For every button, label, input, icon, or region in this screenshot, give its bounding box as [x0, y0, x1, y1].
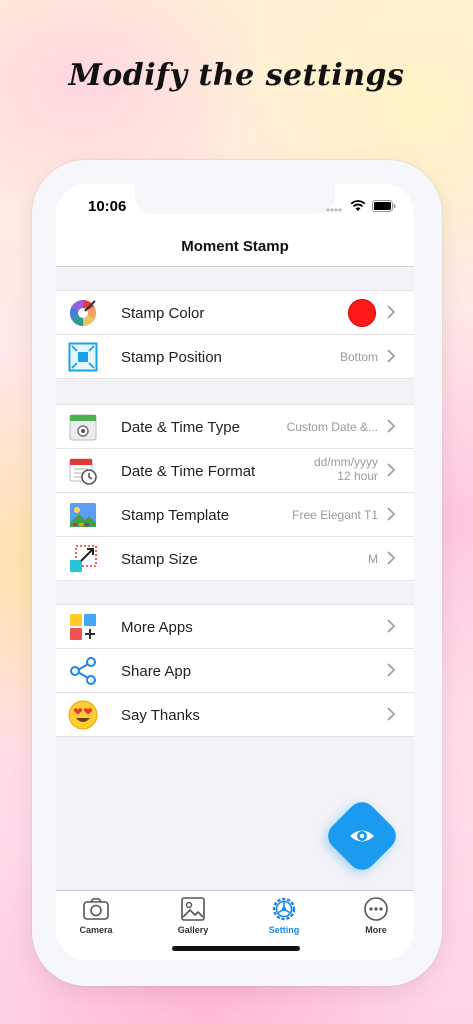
headline: Modify the settings [68, 58, 405, 93]
settings-group-stamp: Stamp Color Stamp Position Bottom [56, 290, 414, 379]
chevron-right-icon [387, 619, 396, 633]
nav-title: Moment Stamp [181, 238, 289, 255]
tab-setting[interactable]: Setting [244, 895, 324, 935]
template-icon [70, 503, 96, 527]
calendar-camera-icon [69, 414, 97, 441]
row-label: More Apps [121, 619, 193, 636]
tab-label: Setting [268, 925, 300, 935]
row-stamp-template[interactable]: Stamp Template Free Elegant T1 [56, 493, 414, 537]
chevron-right-icon [387, 463, 396, 477]
format-hour-value: 12 hour [337, 469, 378, 483]
row-date-time-format[interactable]: Date & Time Format dd/mm/yyyy 12 hour [56, 449, 414, 493]
status-icons [326, 200, 396, 212]
stamp-color-swatch[interactable] [348, 299, 376, 327]
row-label: Date & Time Format [121, 463, 256, 480]
row-value: M [368, 552, 378, 566]
row-value: Free Elegant T1 [292, 508, 378, 522]
gallery-icon [181, 897, 205, 921]
row-label: Stamp Color [121, 305, 205, 322]
wifi-icon [350, 200, 366, 211]
chevron-right-icon [387, 663, 396, 677]
row-label: Stamp Position [121, 349, 222, 366]
app-screen: 10:06 Moment Stamp Stamp Color Stamp Pos… [56, 184, 414, 960]
status-bar: 10:06 [56, 184, 414, 228]
camera-icon [83, 898, 109, 920]
battery-icon [372, 200, 396, 212]
home-indicator [172, 946, 300, 951]
row-stamp-color[interactable]: Stamp Color [56, 291, 414, 335]
chevron-right-icon [387, 349, 396, 363]
row-label: Stamp Template [121, 507, 230, 524]
row-more-apps[interactable]: More Apps [56, 605, 414, 649]
row-label: Share App [121, 663, 192, 680]
tab-gallery[interactable]: Gallery [153, 895, 233, 935]
eye-icon [350, 830, 374, 842]
row-say-thanks[interactable]: Say Thanks [56, 693, 414, 736]
row-label: Stamp Size [121, 551, 198, 568]
resize-icon [70, 545, 97, 572]
settings-group-date: Date & Time Type Custom Date &... Date &… [56, 404, 414, 581]
chevron-right-icon [387, 507, 396, 521]
gear-icon [272, 897, 296, 921]
row-label: Date & Time Type [121, 419, 240, 436]
row-label: Say Thanks [121, 707, 200, 724]
calendar-clock-icon [69, 458, 97, 485]
heart-eyes-emoji-icon [68, 700, 98, 730]
row-share-app[interactable]: Share App [56, 649, 414, 693]
row-value: dd/mm/yyyy 12 hour [314, 455, 378, 483]
tab-label: More [365, 925, 387, 935]
tab-more[interactable]: More [336, 895, 414, 935]
share-icon [70, 657, 96, 685]
tab-label: Camera [79, 925, 113, 935]
chevron-right-icon [387, 419, 396, 433]
more-icon [364, 897, 388, 921]
chevron-right-icon [387, 707, 396, 721]
signal-icon [326, 207, 342, 212]
tab-label: Gallery [177, 925, 209, 935]
row-value: Custom Date &... [286, 420, 378, 434]
settings-group-app: More Apps Share App Say Thanks [56, 604, 414, 737]
more-apps-icon [70, 614, 96, 640]
phone-frame: 10:06 Moment Stamp Stamp Color Stamp Pos… [32, 160, 442, 986]
row-date-time-type[interactable]: Date & Time Type Custom Date &... [56, 405, 414, 449]
navigation-bar: Moment Stamp [56, 228, 414, 267]
row-stamp-position[interactable]: Stamp Position Bottom [56, 335, 414, 378]
row-stamp-size[interactable]: Stamp Size M [56, 537, 414, 580]
position-icon [68, 342, 98, 372]
format-date-value: dd/mm/yyyy [313, 455, 378, 469]
status-time: 10:06 [88, 198, 127, 215]
chevron-right-icon [387, 551, 396, 565]
chevron-right-icon [387, 305, 396, 319]
notch [135, 184, 335, 214]
color-wheel-icon [69, 299, 97, 327]
tab-camera[interactable]: Camera [56, 895, 136, 935]
row-value: Bottom [339, 350, 378, 364]
